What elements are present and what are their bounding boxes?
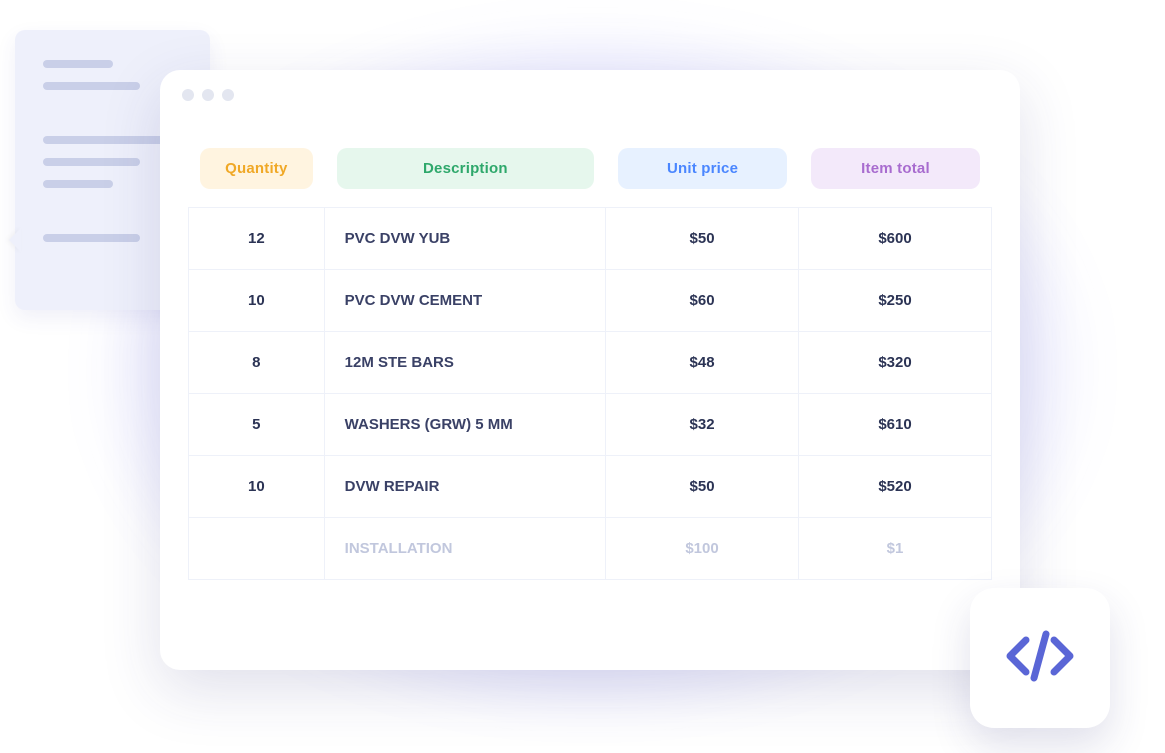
- window-titlebar: [160, 70, 1020, 120]
- cell-description: 12M STE BARS: [325, 331, 606, 393]
- table-row: 10PVC DVW CEMENT$60$250: [188, 269, 992, 331]
- cell-quantity: 12: [188, 207, 325, 269]
- header-pill-description: Description: [337, 148, 594, 189]
- header-item-total: Item total: [799, 138, 992, 207]
- doc-line: [43, 158, 140, 166]
- table-row: 5WASHERS (GRW) 5 MM$32$610: [188, 393, 992, 455]
- table-row: 10DVW REPAIR$50$520: [188, 455, 992, 517]
- code-badge-card[interactable]: [970, 588, 1110, 728]
- header-pill-unit-price: Unit price: [618, 148, 787, 189]
- doc-line: [43, 82, 140, 90]
- invoice-table-container: Quantity Description Unit price Item tot…: [160, 120, 1020, 608]
- cell-description: PVC DVW YUB: [325, 207, 606, 269]
- cell-description: INSTALLATION: [325, 517, 606, 580]
- doc-line: [43, 180, 113, 188]
- cell-item-total: $320: [799, 331, 992, 393]
- cell-quantity: 10: [188, 269, 325, 331]
- table-row: 12PVC DVW YUB$50$600: [188, 207, 992, 269]
- window-control-dot[interactable]: [222, 89, 234, 101]
- table-row: INSTALLATION$100$1: [188, 517, 992, 580]
- cell-item-total: $610: [799, 393, 992, 455]
- window-control-dot[interactable]: [182, 89, 194, 101]
- cell-item-total: $600: [799, 207, 992, 269]
- cell-description: PVC DVW CEMENT: [325, 269, 606, 331]
- header-quantity: Quantity: [188, 138, 325, 207]
- cell-description: DVW REPAIR: [325, 455, 606, 517]
- cell-description: WASHERS (GRW) 5 MM: [325, 393, 606, 455]
- header-description: Description: [325, 138, 606, 207]
- cell-item-total: $1: [799, 517, 992, 580]
- cell-unit-price: $100: [606, 517, 799, 580]
- invoice-window: Quantity Description Unit price Item tot…: [160, 70, 1020, 670]
- invoice-table-body: 12PVC DVW YUB$50$60010PVC DVW CEMENT$60$…: [188, 207, 992, 580]
- cell-quantity: 10: [188, 455, 325, 517]
- doc-line: [43, 234, 140, 242]
- cell-quantity: 5: [188, 393, 325, 455]
- cell-item-total: $520: [799, 455, 992, 517]
- invoice-table: Quantity Description Unit price Item tot…: [188, 138, 992, 580]
- window-control-dot[interactable]: [202, 89, 214, 101]
- cell-unit-price: $50: [606, 207, 799, 269]
- table-header-row: Quantity Description Unit price Item tot…: [188, 138, 992, 207]
- cell-unit-price: $60: [606, 269, 799, 331]
- doc-fold-notch: [9, 228, 21, 252]
- header-pill-quantity: Quantity: [200, 148, 313, 189]
- cell-quantity: [188, 517, 325, 580]
- header-pill-item-total: Item total: [811, 148, 980, 189]
- cell-item-total: $250: [799, 269, 992, 331]
- cell-unit-price: $50: [606, 455, 799, 517]
- header-unit-price: Unit price: [606, 138, 799, 207]
- doc-line: [43, 60, 113, 68]
- cell-quantity: 8: [188, 331, 325, 393]
- cell-unit-price: $48: [606, 331, 799, 393]
- table-row: 812M STE BARS$48$320: [188, 331, 992, 393]
- code-icon: [1004, 628, 1076, 689]
- doc-line: [43, 136, 168, 144]
- cell-unit-price: $32: [606, 393, 799, 455]
